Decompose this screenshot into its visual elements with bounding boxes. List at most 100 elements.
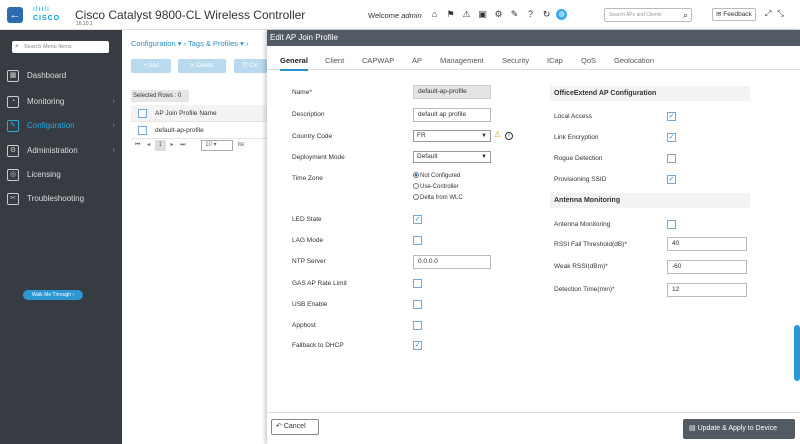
rssi-fail-threshold-field[interactable]: 40: [667, 237, 747, 251]
table-header: AP Join Profile Name: [131, 105, 271, 122]
tz-not-configured-radio[interactable]: Not Configured: [413, 172, 460, 179]
provisioning-ssid-label: Provisioning SSID: [554, 176, 607, 183]
select-all-checkbox[interactable]: [138, 109, 147, 118]
delete-button[interactable]: ✕ Delete: [178, 59, 226, 73]
chevron-right-icon: ›: [112, 122, 115, 129]
mail-icon: ✉: [716, 11, 722, 18]
led-state-checkbox[interactable]: ✓: [413, 215, 422, 224]
link-encryption-checkbox[interactable]: ✓: [667, 133, 676, 142]
maximize-icon[interactable]: ⤡: [777, 9, 789, 18]
weak-rssi-field[interactable]: -60: [667, 260, 747, 274]
column-header-name[interactable]: AP Join Profile Name: [155, 105, 217, 122]
top-bar: ← ılıılı CISCO Cisco Catalyst 9800-CL Wi…: [0, 0, 800, 30]
tab-icap[interactable]: ICap: [547, 56, 563, 65]
row-profile-name[interactable]: default-ap-profile: [155, 122, 204, 139]
breadcrumb[interactable]: Configuration ▾ › Tags & Profiles ▾ ›: [131, 39, 248, 48]
tab-bar: General Client CAPWAP AP Management Secu…: [267, 46, 800, 71]
prev-page-icon[interactable]: ◂: [147, 142, 150, 148]
tab-ap[interactable]: AP: [412, 56, 422, 65]
sidebar-item-label: Administration: [27, 146, 78, 155]
save-icon[interactable]: ▣: [476, 8, 489, 21]
detection-time-label: Detection Time(min)*: [554, 286, 615, 293]
rogue-detection-checkbox[interactable]: [667, 154, 676, 163]
expand-icon[interactable]: ⤢: [765, 9, 777, 18]
warning-icon: ⚠: [494, 130, 502, 139]
update-apply-button[interactable]: ▤ Update & Apply to Device: [683, 419, 795, 439]
tab-qos[interactable]: QoS: [581, 56, 596, 65]
name-field: default-ap-profile: [413, 85, 491, 99]
tz-delta-from-wlc-radio[interactable]: Delta from WLC: [413, 194, 463, 201]
table-row[interactable]: default-ap-profile: [131, 122, 271, 139]
next-page-icon[interactable]: ▸: [170, 142, 173, 148]
page-size-select[interactable]: 10 ▾: [201, 140, 234, 151]
tab-geolocation[interactable]: Geolocation: [614, 56, 654, 65]
fallback-dhcp-checkbox[interactable]: ✓: [413, 341, 422, 350]
description-field[interactable]: default ap profile: [413, 108, 491, 122]
search-icon: ⌕: [15, 43, 19, 50]
alert-icon[interactable]: ⚠: [460, 8, 473, 21]
panel-title: Edit AP Join Profile: [267, 30, 800, 46]
search-icon[interactable]: ⌕: [683, 9, 688, 21]
tab-security[interactable]: Security: [502, 56, 529, 65]
gear-icon[interactable]: ⚙: [492, 8, 505, 21]
sidebar-item-administration[interactable]: ⚙ Administration ›: [0, 141, 122, 161]
usb-enable-checkbox[interactable]: [413, 300, 422, 309]
lag-mode-checkbox[interactable]: [413, 236, 422, 245]
gas-rate-limit-checkbox[interactable]: [413, 279, 422, 288]
sidebar-item-configuration[interactable]: ✎ Configuration ›: [0, 116, 122, 136]
pagination: ⏮ ◂ 1 ▸ ⏭ 10 ▾ ite: [135, 140, 244, 151]
country-code-value: FR: [417, 132, 426, 139]
gas-rate-limit-label: GAS AP Rate Limit: [292, 280, 347, 287]
tab-general[interactable]: General: [280, 56, 308, 71]
row-checkbox[interactable]: [138, 126, 147, 135]
tab-capwap[interactable]: CAPWAP: [362, 56, 394, 65]
sidebar-item-monitoring[interactable]: ◔ Monitoring ›: [0, 92, 122, 112]
last-page-icon[interactable]: ⏭: [180, 142, 185, 148]
antenna-monitoring-checkbox[interactable]: [667, 220, 676, 229]
undo-icon: ↶: [276, 423, 282, 430]
detection-time-field[interactable]: 12: [667, 283, 747, 297]
scroll-indicator[interactable]: [794, 325, 800, 381]
help-icon[interactable]: ?: [524, 8, 537, 21]
link-encryption-label: Link Encryption: [554, 134, 599, 141]
deployment-mode-select[interactable]: Default ▼: [413, 151, 491, 163]
sidebar-item-troubleshooting[interactable]: ✂ Troubleshooting: [0, 189, 122, 209]
selected-rows-label: Selected Rows : 0: [131, 90, 189, 102]
tab-client[interactable]: Client: [325, 56, 344, 65]
add-button[interactable]: + Add: [131, 59, 171, 73]
walk-me-through-button[interactable]: Walk Me Through ›: [23, 290, 83, 300]
welcome-text: Welcome admin: [368, 11, 422, 20]
back-arrow-icon[interactable]: ←: [7, 7, 23, 23]
cancel-button[interactable]: ↶ Cancel: [271, 419, 319, 435]
app-title: Cisco Catalyst 9800-CL Wireless Controll…: [75, 8, 306, 22]
local-access-checkbox[interactable]: ✓: [667, 112, 676, 121]
country-code-label: Country Code: [292, 133, 333, 140]
window-icons: ⤢⤡: [765, 9, 790, 19]
apphost-checkbox[interactable]: [413, 321, 422, 330]
topology-icon[interactable]: ⚑: [444, 8, 457, 21]
feedback-button[interactable]: ✉ Feedback: [712, 8, 756, 21]
ntp-server-label: NTP Server: [292, 258, 326, 265]
first-page-icon[interactable]: ⏮: [135, 142, 140, 148]
rogue-detection-label: Rogue Detection: [554, 155, 603, 162]
info-icon[interactable]: i: [505, 132, 513, 140]
ap-client-search-input[interactable]: Search APs and Clients ⌕: [604, 8, 692, 22]
tools-icon: ✂: [7, 193, 19, 205]
radio-label: Not Configured: [420, 173, 461, 179]
menu-search-input[interactable]: ⌕ Search Menu Items: [12, 41, 109, 53]
sidebar-item-dashboard[interactable]: ▦ Dashboard: [0, 66, 122, 86]
country-code-select[interactable]: FR ▼: [413, 130, 491, 142]
clone-button[interactable]: ⎘ Clo: [234, 59, 267, 73]
provisioning-ssid-checkbox[interactable]: ✓: [667, 175, 676, 184]
globe-icon[interactable]: ◍: [556, 9, 567, 20]
refresh-icon[interactable]: ↻: [540, 8, 553, 21]
ntp-server-field[interactable]: 0.0.0.0: [413, 255, 491, 269]
tools-icon[interactable]: ✎: [508, 8, 521, 21]
username: admin: [401, 11, 422, 20]
wrench-icon: ✎: [7, 120, 19, 132]
tab-management[interactable]: Management: [440, 56, 484, 65]
sidebar-item-licensing[interactable]: ◎ Licensing: [0, 165, 122, 185]
home-icon[interactable]: ⌂: [428, 8, 441, 21]
current-page[interactable]: 1: [154, 140, 166, 151]
tz-use-controller-radio[interactable]: Use-Controller: [413, 183, 459, 190]
